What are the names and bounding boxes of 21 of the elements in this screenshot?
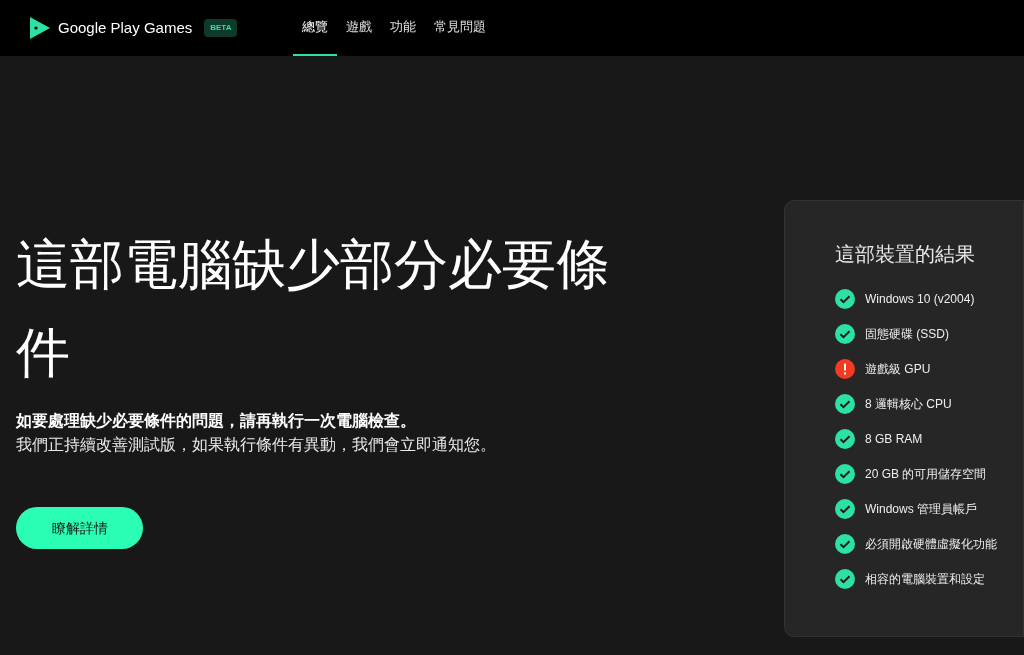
requirement-label: 8 邏輯核心 CPU	[865, 396, 952, 413]
requirement-label: 20 GB 的可用儲存空間	[865, 466, 987, 483]
nav-tab[interactable]: 總覽	[293, 0, 338, 56]
requirement-label: Windows 10 (v2004)	[865, 291, 975, 308]
requirement-label: 固態硬碟 (SSD)	[865, 326, 949, 343]
requirement-label: 8 GB RAM	[865, 431, 923, 448]
beta-badge: BETA	[204, 19, 238, 37]
requirement-label: 相容的電腦裝置和設定	[865, 571, 985, 588]
play-logo-icon	[30, 17, 50, 39]
requirement-label: Windows 管理員帳戶	[865, 501, 977, 518]
lead-text: 如要處理缺少必要條件的問題，請再執行一次電腦檢查。	[16, 411, 417, 431]
learn-more-button[interactable]: 瞭解詳情	[16, 507, 143, 549]
results-title: 這部裝置的結果	[835, 242, 976, 267]
nav-tab[interactable]: 常見問題	[425, 0, 496, 56]
body-text: 我們正持續改善測試版，如果執行條件有異動，我們會立即通知您。	[16, 435, 497, 455]
brand-name: Google Play Games	[58, 17, 193, 38]
nav-tab[interactable]: 功能	[381, 0, 426, 56]
requirement-label: 必須開啟硬體虛擬化功能	[865, 536, 997, 553]
hero-title: 這部電腦缺少部分必要條件	[16, 232, 611, 386]
nav-tab[interactable]: 遊戲	[337, 0, 382, 56]
requirement-label: 遊戲級 GPU	[865, 361, 931, 378]
